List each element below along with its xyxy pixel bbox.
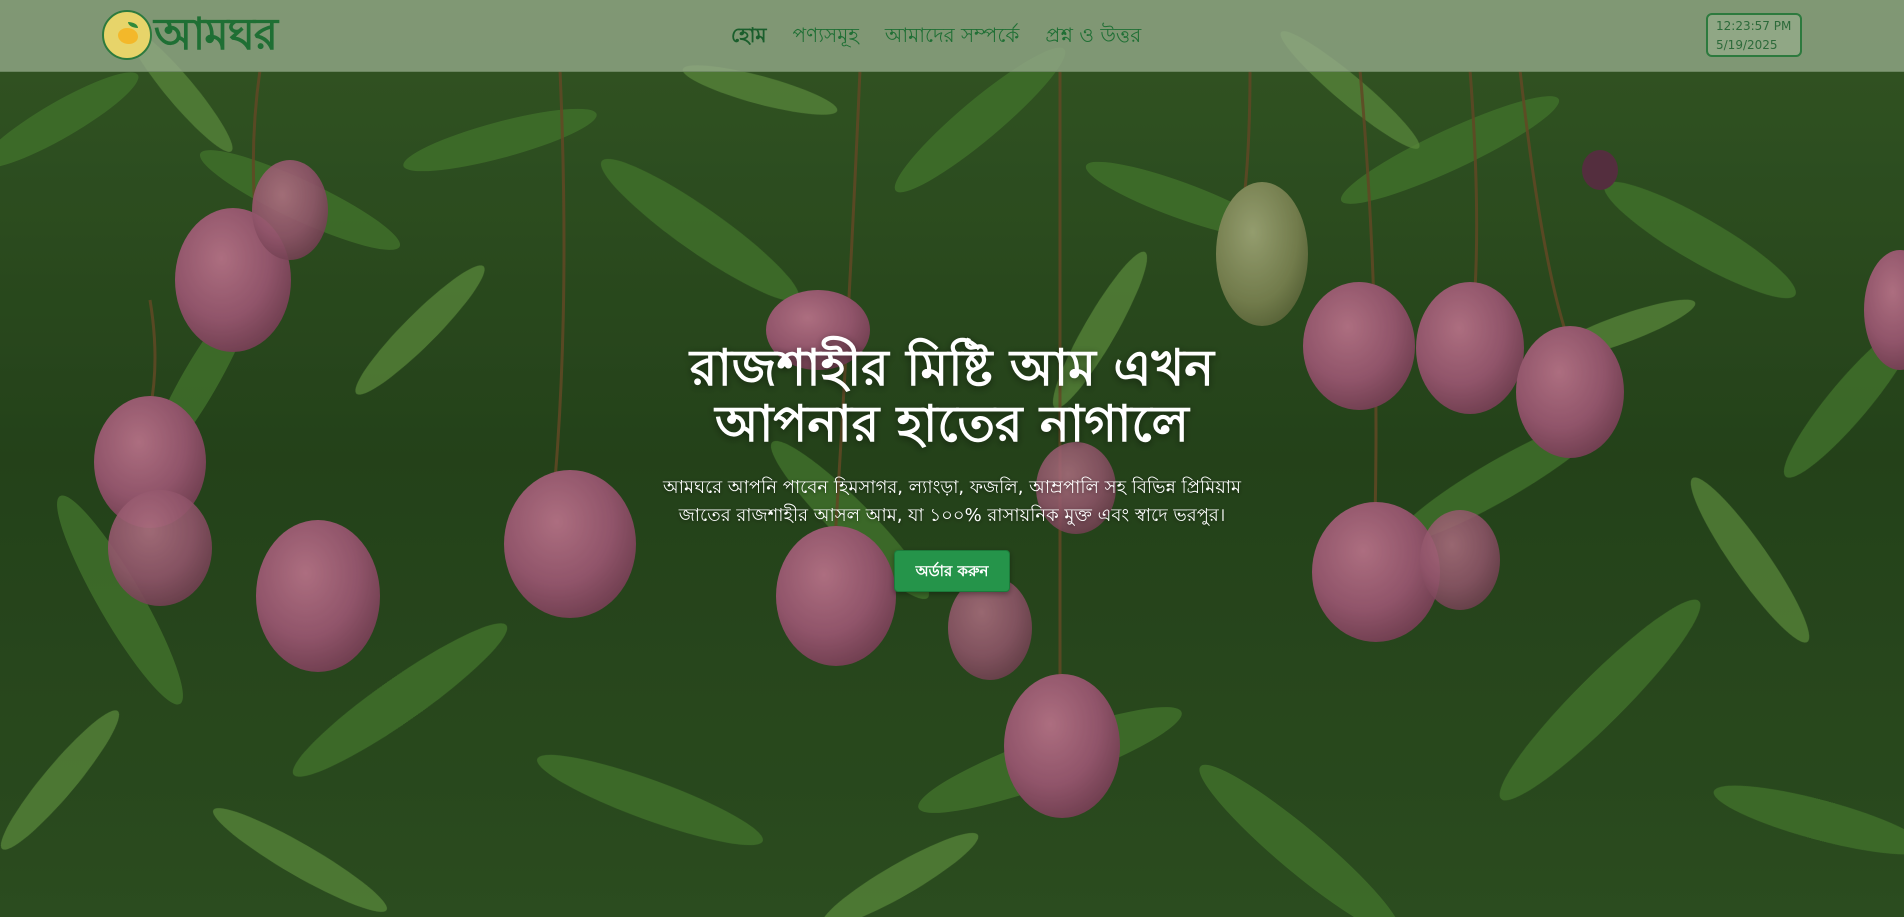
page: আমঘর হোম পণ্যসমূহ আমাদের সম্পর্কে প্রশ্ন…: [0, 0, 1904, 917]
hero-title-line-2: আপনার হাতের নাগালে: [715, 394, 1189, 453]
site-header: আমঘর হোম পণ্যসমূহ আমাদের সম্পর্কে প্রশ্ন…: [0, 0, 1904, 72]
nav-item-home[interactable]: হোম: [731, 18, 767, 52]
hero-title: রাজশাহীর মিষ্টি আম এখন আপনার হাতের নাগাল…: [602, 340, 1302, 452]
nav-item-faq[interactable]: প্রশ্ন ও উত্তর: [1045, 18, 1141, 52]
nav-item-about[interactable]: আমাদের সম্পর্কে: [885, 18, 1020, 52]
hero-section: রাজশাহীর মিষ্টি আম এখন আপনার হাতের নাগাল…: [602, 340, 1302, 592]
order-button[interactable]: অর্ডার করুন: [894, 550, 1010, 592]
clock-widget: 12:23:57 PM 5/19/2025: [1706, 13, 1802, 57]
main-nav: হোম পণ্যসমূহ আমাদের সম্পর্কে প্রশ্ন ও উত…: [731, 18, 1141, 52]
clock-time: 12:23:57 PM: [1716, 19, 1792, 33]
hero-title-line-1: রাজশাহীর মিষ্টি আম এখন: [689, 338, 1215, 397]
nav-item-products[interactable]: পণ্যসমূহ: [793, 18, 859, 52]
mango-logo-icon: [102, 10, 152, 60]
clock-date: 5/19/2025: [1716, 38, 1778, 52]
logo-text: আমঘর: [154, 9, 278, 60]
site-logo[interactable]: আমঘর: [102, 8, 278, 62]
hero-description: আমঘরে আপনি পাবেন হিমসাগর, ল্যাংড়া, ফজলি…: [662, 477, 1242, 526]
